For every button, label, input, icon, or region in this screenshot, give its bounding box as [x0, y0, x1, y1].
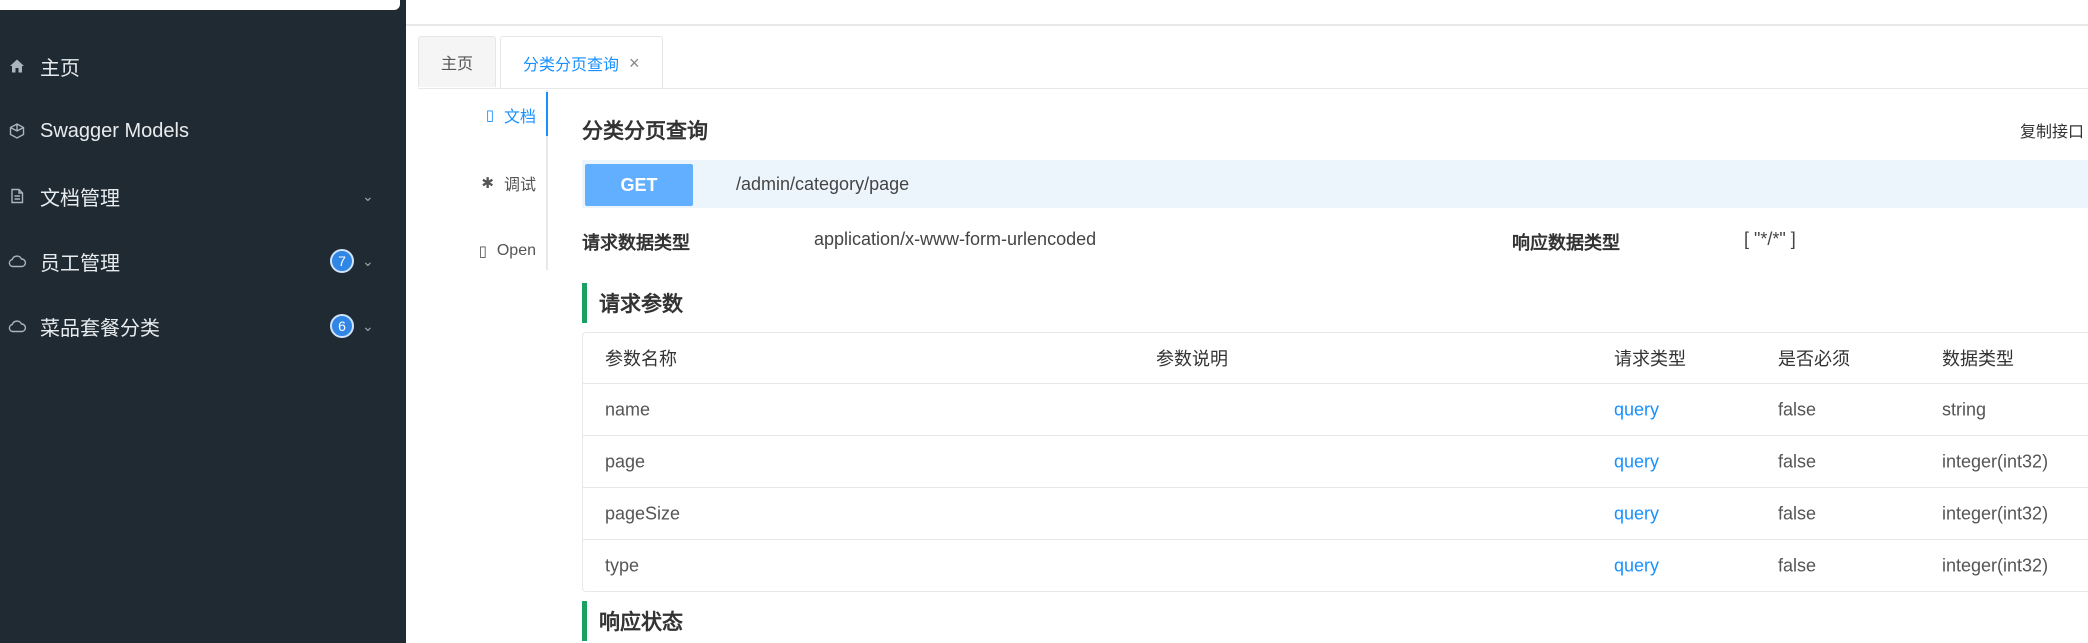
cube-icon	[6, 123, 28, 139]
doc-tab-debug[interactable]: ✱ 调试	[481, 163, 536, 203]
cloud-icon	[6, 319, 28, 333]
section-marker	[582, 283, 587, 323]
doc-tab-open[interactable]: ▯ Open	[479, 231, 536, 271]
column-header: 数据类型	[1942, 349, 2014, 369]
sidebar-item-label: 主页	[40, 57, 80, 80]
section-response-status: 响应状态	[582, 601, 683, 641]
section-request-params: 请求参数	[582, 283, 683, 323]
chevron-down-icon: ⌄	[362, 317, 374, 334]
response-type-value: [ "*/*" ]	[1744, 229, 1796, 249]
param-in: query	[1614, 555, 1660, 575]
section-title: 响应状态	[599, 611, 683, 634]
param-name: page	[605, 451, 646, 471]
sidebar-item-label: 菜品套餐分类	[40, 317, 160, 340]
tab-category-page-query[interactable]: 分类分页查询 ×	[500, 36, 663, 89]
bug-icon: ✱	[481, 175, 494, 192]
tab-divider	[418, 88, 2088, 89]
sidebar-item-home[interactable]: 主页	[0, 46, 406, 86]
table-row: pageSize query false integer(int32)	[583, 488, 2088, 540]
sidebar-item-label: 文档管理	[40, 187, 120, 210]
page-title: 分类分页查询	[582, 120, 708, 143]
param-required: false	[1778, 399, 1817, 419]
http-method-badge: GET	[585, 164, 693, 206]
document-icon: ▯	[485, 107, 494, 124]
doc-tab-label: 调试	[503, 177, 536, 194]
tab-label: 主页	[441, 56, 474, 73]
param-required: false	[1778, 555, 1817, 575]
sidebar-item-dish-category[interactable]: 菜品套餐分类 6 ⌄	[0, 306, 406, 346]
table-header-row: 参数名称 参数说明 请求类型 是否必须 数据类型	[583, 333, 2088, 384]
copy-interface-button[interactable]: 复制接口	[2020, 118, 2084, 142]
param-datatype: integer(int32)	[1942, 555, 2049, 575]
param-required: false	[1778, 451, 1817, 471]
tab-rail	[546, 90, 548, 270]
section-title: 请求参数	[599, 293, 683, 316]
column-header: 请求类型	[1614, 349, 1686, 369]
section-marker	[582, 601, 587, 641]
tab-label: 分类分页查询	[523, 57, 620, 74]
sidebar-item-swagger-models[interactable]: Swagger Models	[0, 111, 406, 151]
doc-tab-label: 文档	[503, 109, 536, 126]
table-row: name query false string	[583, 384, 2088, 436]
endpoint-path: /admin/category/page	[736, 174, 910, 194]
column-header: 参数说明	[1156, 349, 1228, 369]
request-type-label: 请求数据类型	[582, 233, 690, 253]
param-name: type	[605, 555, 640, 575]
param-name: pageSize	[605, 503, 681, 523]
params-table: 参数名称 参数说明 请求类型 是否必须 数据类型 name query fals…	[582, 332, 2088, 592]
cloud-icon	[6, 254, 28, 268]
response-type-label: 响应数据类型	[1512, 233, 1620, 253]
count-badge: 6	[330, 314, 354, 338]
home-icon	[6, 58, 28, 74]
param-in: query	[1614, 399, 1660, 419]
sidebar-item-label: Swagger Models	[40, 119, 189, 142]
top-header	[406, 0, 2088, 26]
file-icon: ▯	[478, 243, 487, 260]
param-required: false	[1778, 503, 1817, 523]
param-in: query	[1614, 503, 1660, 523]
chevron-down-icon: ⌄	[362, 252, 374, 269]
param-datatype: string	[1942, 399, 1987, 419]
param-datatype: integer(int32)	[1942, 503, 2049, 523]
request-type-value: application/x-www-form-urlencoded	[814, 229, 1097, 249]
doc-side-tabs: ▯ 文档 ✱ 调试 ▯ Open	[418, 90, 548, 643]
column-header: 是否必须	[1778, 349, 1850, 369]
count-badge: 7	[330, 249, 354, 273]
page-tabs: 主页 分类分页查询 ×	[418, 36, 667, 89]
sidebar-item-label: 员工管理	[40, 252, 120, 275]
param-datatype: integer(int32)	[1942, 451, 2049, 471]
table-row: type query false integer(int32)	[583, 540, 2088, 591]
tab-home[interactable]: 主页	[418, 36, 497, 87]
param-name: name	[605, 399, 651, 419]
param-in: query	[1614, 451, 1660, 471]
active-indicator	[546, 92, 548, 136]
endpoint-bar: GET /admin/category/page	[582, 160, 2088, 208]
sidebar-search-box[interactable]	[0, 0, 400, 10]
document-icon	[6, 188, 28, 204]
column-header: 参数名称	[605, 349, 677, 369]
table-row: page query false integer(int32)	[583, 436, 2088, 488]
sidebar-item-employee-management[interactable]: 员工管理 7 ⌄	[0, 241, 406, 281]
doc-tab-document[interactable]: ▯ 文档	[486, 95, 536, 135]
sidebar: 主页 Swagger Models 文档管理 ⌄ 员工管理 7 ⌄ 菜品套餐分类…	[0, 0, 406, 643]
doc-tab-label: Open	[496, 242, 536, 259]
close-icon[interactable]: ×	[629, 53, 640, 74]
sidebar-item-doc-management[interactable]: 文档管理 ⌄	[0, 176, 406, 216]
chevron-down-icon: ⌄	[362, 187, 374, 204]
